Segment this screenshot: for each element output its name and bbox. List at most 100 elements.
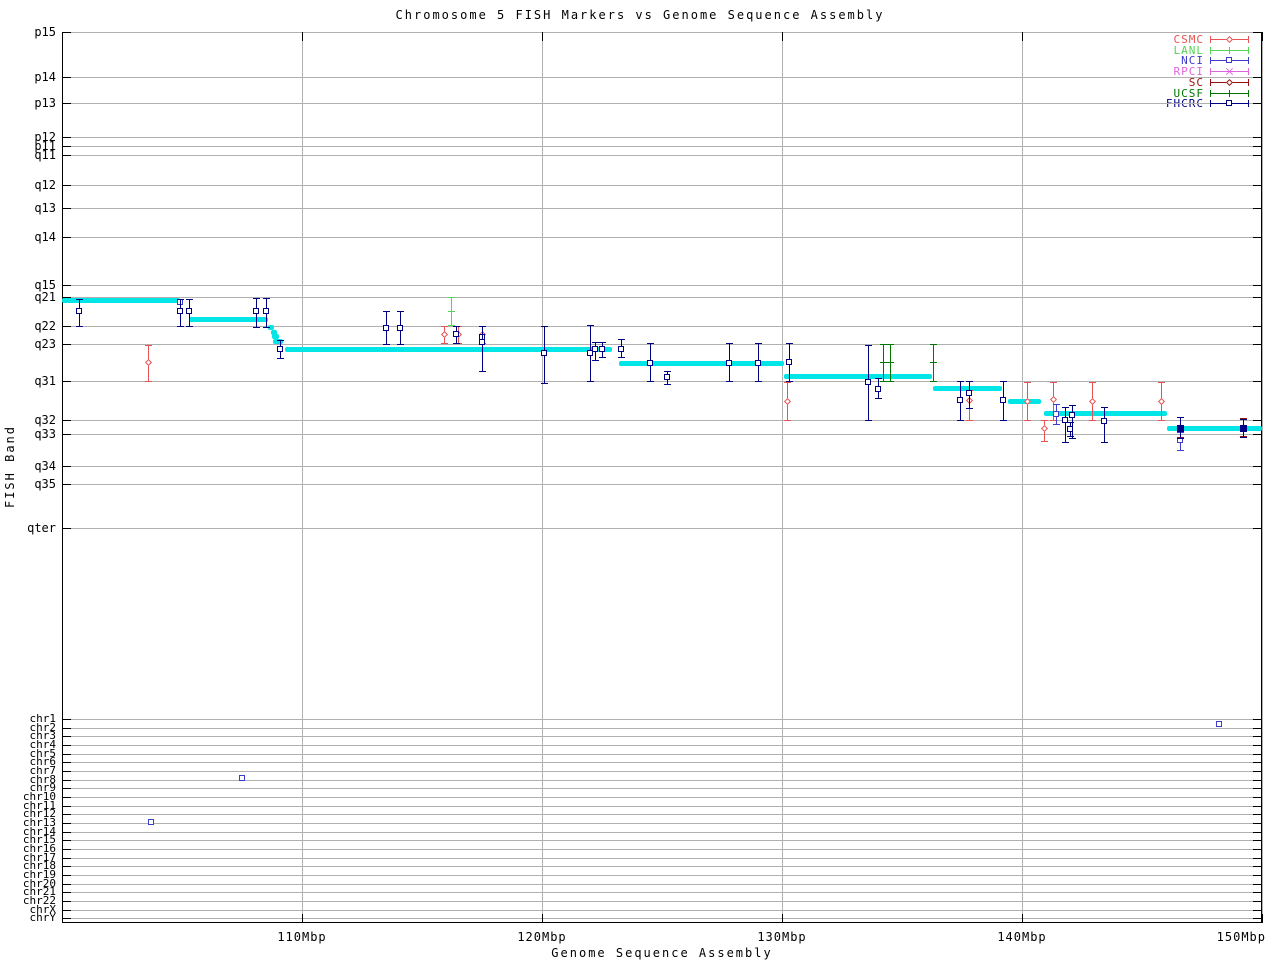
tick-left [62,866,71,867]
error-cap [1062,407,1069,408]
vgridline-120Mbp [542,32,543,923]
tick-right [1253,103,1262,104]
tick-right [1253,806,1262,807]
legend-sample-cap [1248,46,1249,54]
tick-left [62,814,71,815]
marker-square [966,390,972,396]
error-cap [441,326,448,327]
tick-bottom [542,914,543,923]
tick-left [62,745,71,746]
tick-right [1253,910,1262,911]
error-cap [647,343,654,344]
tick-left [62,155,71,156]
tick-left [62,466,71,467]
gridline-chr9 [62,788,1262,789]
error-cap [1053,404,1060,405]
marker-plus [1229,89,1230,97]
tick-left [62,884,71,885]
error-cap [277,340,284,341]
tick-left [62,137,71,138]
error-cap [966,408,973,409]
error-cap [1053,424,1060,425]
gridline-chr3 [62,736,1262,737]
marker-plus [1229,46,1230,54]
error-cap [1041,441,1048,442]
fish-markers-chart: Chromosome 5 FISH Markers vs Genome Sequ… [0,0,1280,960]
vgridline-130Mbp [782,32,783,923]
error-cap [587,325,594,326]
gridline-chrX [62,910,1262,911]
error-cap [453,326,460,327]
error-cap [177,299,184,300]
error-cap [1069,405,1076,406]
tick-right [1253,719,1262,720]
error-cap [541,383,548,384]
tick-left [62,728,71,729]
marker-square [263,308,269,314]
tick-bottom [1262,914,1263,923]
marker-square [1000,397,1006,403]
marker-square [383,325,389,331]
marker-square [786,359,792,365]
tick-right [1253,208,1262,209]
error-cap [397,344,404,345]
error-bar [482,326,483,371]
gridline-q14 [62,237,1262,238]
error-cap [441,343,448,344]
error-cap [397,311,404,312]
marker-square [76,308,82,314]
ytick-label-chrY: chrY [29,911,57,924]
error-cap [786,343,793,344]
marker-square [618,346,624,352]
assembly-track-segment [1043,411,1168,416]
legend-sample-cap [1248,36,1249,43]
tick-right [1253,484,1262,485]
marker-square [875,386,881,392]
tick-right [1253,754,1262,755]
tick-left [62,736,71,737]
tick-left [62,762,71,763]
tick-right [1253,434,1262,435]
tick-bottom [782,914,783,923]
marker-plus [451,308,452,315]
tick-left [62,910,71,911]
tick-top [1022,32,1023,41]
marker-square [865,379,871,385]
marker-square [277,346,283,352]
marker-square [664,374,670,380]
tick-right [1253,381,1262,382]
error-cap [76,299,83,300]
tick-right [1253,326,1262,327]
error-cap [1240,419,1247,420]
error-cap [887,344,894,345]
tick-right [1253,771,1262,772]
gridline-qter [62,528,1262,529]
legend-sample-cap [1248,68,1249,76]
marker-square [726,360,732,366]
error-cap [930,381,937,382]
tick-right [1253,285,1262,286]
tick-right [1253,237,1262,238]
gridline-chr19 [62,875,1262,876]
x-axis-title: Genome Sequence Assembly [551,946,773,960]
tick-right [1253,728,1262,729]
tick-right [1253,849,1262,850]
error-cap [875,378,882,379]
tick-right [1253,146,1262,147]
error-cap [1041,420,1048,421]
legend-sample-cap [1210,68,1211,76]
tick-left [62,823,71,824]
error-cap [1240,437,1247,438]
error-cap [664,371,671,372]
gridline-chr13 [62,823,1262,824]
legend-sample-cap [1210,89,1211,97]
tick-top [1262,32,1263,41]
error-cap [1050,382,1057,383]
tick-right [1253,528,1262,529]
marker-square [253,308,259,314]
legend-sample-cap [1210,57,1211,65]
tick-left [62,901,71,902]
tick-left [62,771,71,772]
tick-right [1253,918,1262,919]
gridline-chr22 [62,901,1262,902]
